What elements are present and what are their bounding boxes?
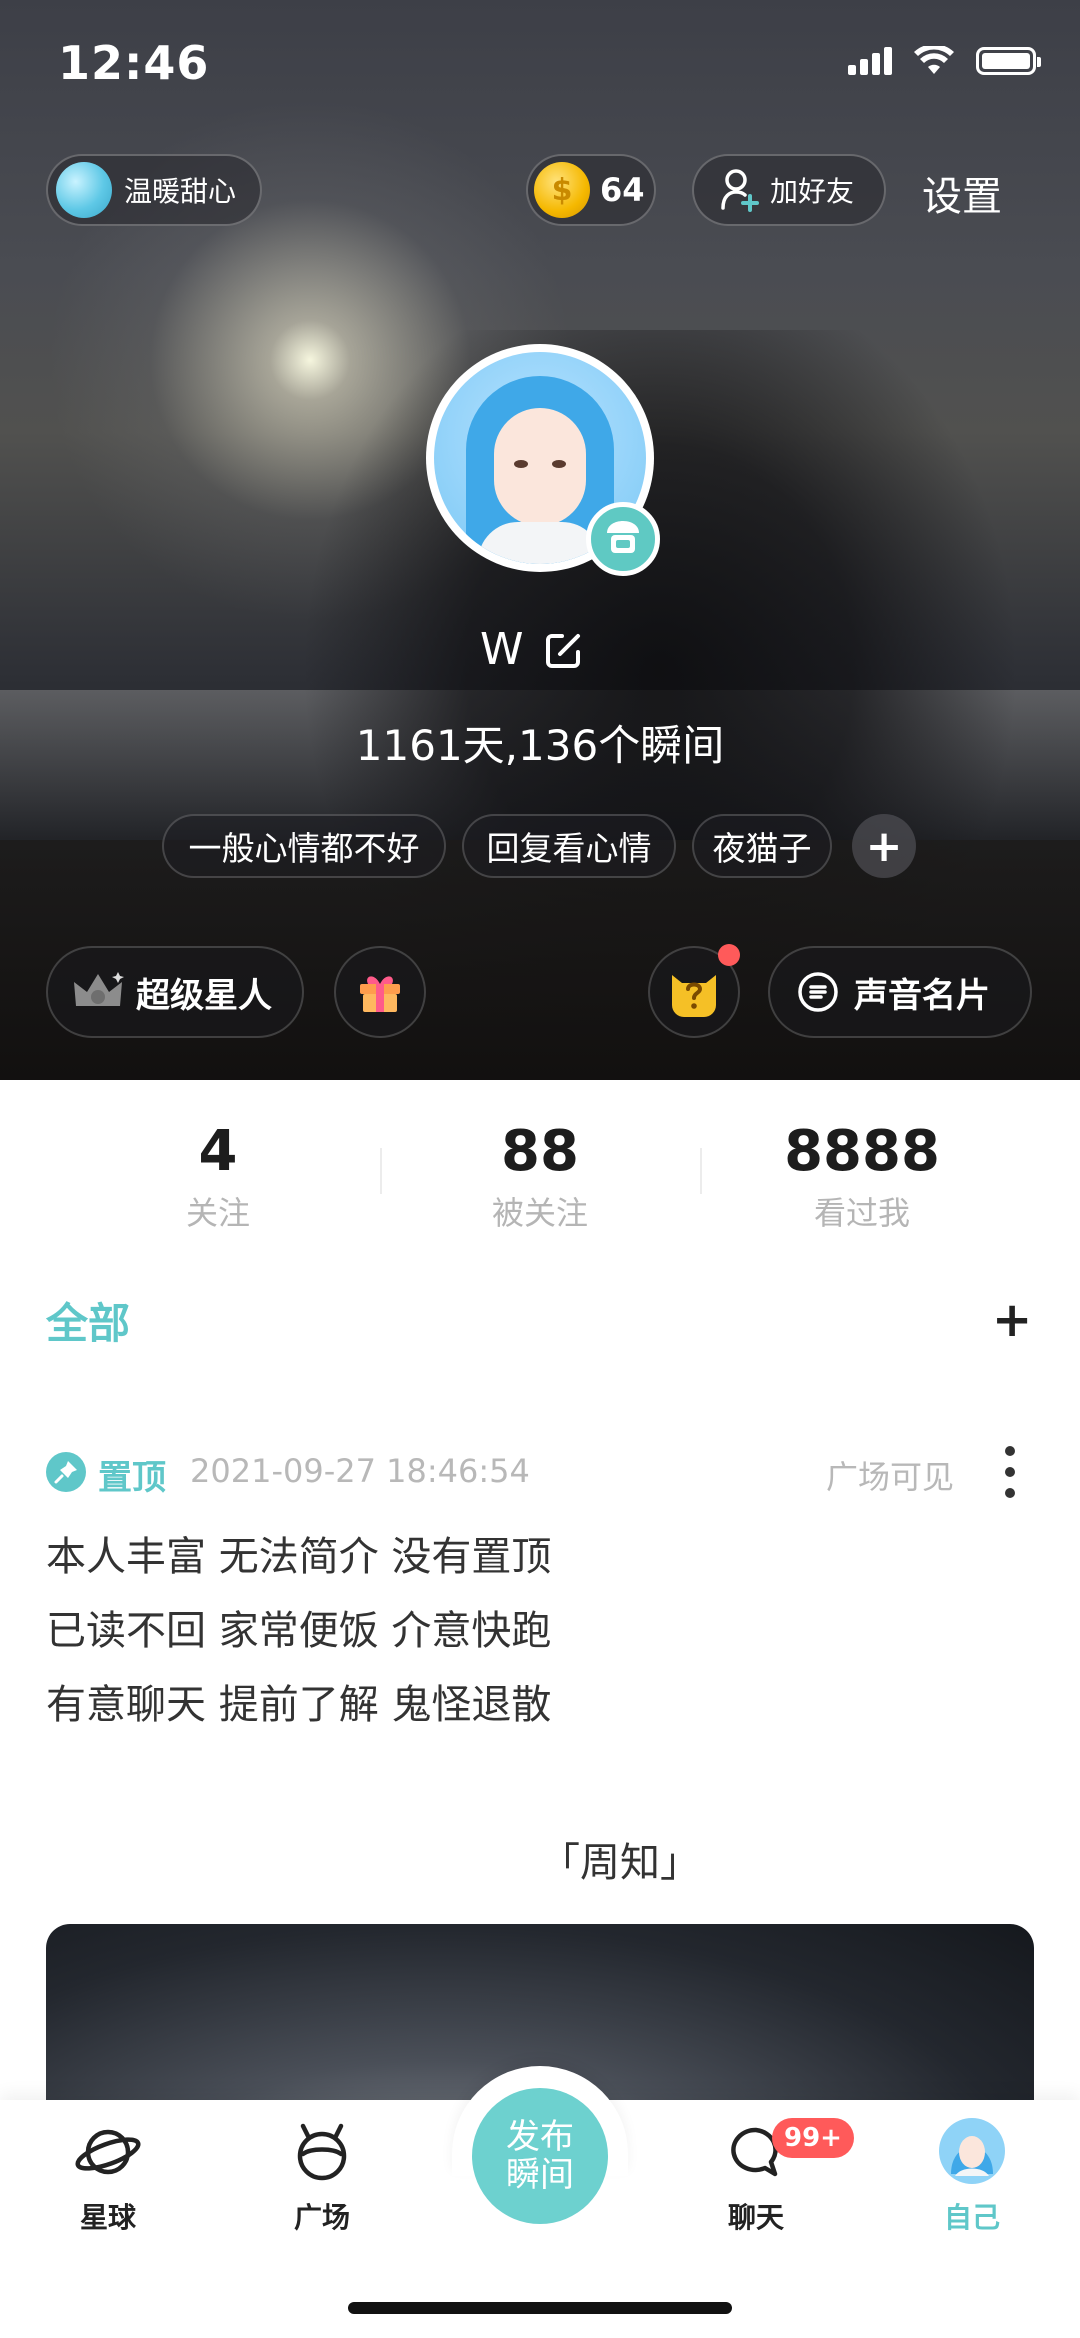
notification-dot bbox=[718, 944, 740, 966]
add-friend-button[interactable]: 加好友 bbox=[692, 154, 886, 226]
post-timestamp: 2021-09-27 18:46:54 bbox=[190, 1452, 530, 1490]
settings-button[interactable]: 设置 bbox=[922, 164, 1002, 222]
post-text-line: 有意聊天 提前了解 鬼怪退散 bbox=[46, 1682, 552, 1728]
add-tag-button[interactable]: + bbox=[852, 814, 916, 878]
status-bar: 12:46 bbox=[0, 0, 1080, 130]
avatar-icon bbox=[939, 2118, 1005, 2184]
mystery-cat-icon bbox=[672, 975, 716, 1017]
profile-summary: 1161天,136个瞬间 bbox=[355, 721, 725, 770]
voice-card-button[interactable]: 声音名片 bbox=[768, 946, 1032, 1038]
filter-all-tab[interactable]: 全部 bbox=[46, 1290, 130, 1351]
post-meta: 置顶 2021-09-27 18:46:54 广场可见 bbox=[46, 1446, 1036, 1498]
add-friend-label: 加好友 bbox=[770, 175, 855, 208]
tab-label: 广场 bbox=[293, 2201, 350, 2234]
home-indicator bbox=[348, 2302, 732, 2314]
voice-card-label: 声音名片 bbox=[854, 975, 990, 1016]
voice-icon bbox=[798, 972, 838, 1012]
pinned-label: 置顶 bbox=[98, 1458, 166, 1498]
stat-value: 8888 bbox=[784, 1119, 940, 1184]
post-caption: 「周知」 bbox=[540, 1840, 700, 1886]
post-text-line: 本人丰富 无法简介 没有置顶 bbox=[46, 1534, 552, 1580]
stat-value: 88 bbox=[501, 1119, 579, 1184]
battery-icon bbox=[976, 47, 1041, 75]
stat-divider bbox=[700, 1148, 702, 1194]
status-time: 12:46 bbox=[58, 36, 210, 90]
username: W bbox=[480, 624, 524, 675]
profile-tag[interactable]: 一般心情都不好 bbox=[162, 814, 446, 878]
chat-unread-badge: 99+ bbox=[772, 2118, 854, 2158]
status-icons bbox=[848, 46, 1041, 76]
stat-divider bbox=[380, 1148, 382, 1194]
stat-label: 被关注 bbox=[491, 1194, 588, 1232]
avatar-outfit-badge-icon[interactable] bbox=[586, 502, 660, 576]
stat-label: 关注 bbox=[185, 1194, 250, 1232]
tab-label: 星球 bbox=[79, 2201, 136, 2234]
post-text-line: 已读不回 家常便饭 介意快跑 bbox=[46, 1608, 552, 1654]
publish-moment-button[interactable]: 发布 瞬间 bbox=[472, 2088, 608, 2224]
stat-followers[interactable]: 88 被关注 bbox=[390, 1120, 690, 1234]
coin-balance-button[interactable]: $ 64 bbox=[526, 154, 656, 226]
stat-label: 看过我 bbox=[813, 1194, 910, 1232]
superstar-label: 超级星人 bbox=[136, 975, 272, 1016]
cellular-signal-icon bbox=[848, 47, 892, 75]
edit-name-icon[interactable] bbox=[544, 630, 584, 670]
tab-me[interactable]: 自己 bbox=[902, 2116, 1042, 2236]
mood-button[interactable]: 温暖甜心 bbox=[46, 154, 262, 226]
mood-label: 温暖甜心 bbox=[124, 175, 237, 208]
coin-icon: $ bbox=[534, 162, 590, 218]
more-options-icon[interactable] bbox=[998, 1446, 1022, 1498]
stat-visitors[interactable]: 8888 看过我 bbox=[712, 1120, 1012, 1234]
publish-label-line2: 瞬间 bbox=[506, 2155, 574, 2195]
crown-icon bbox=[74, 972, 124, 1006]
mood-orb-icon bbox=[56, 162, 112, 218]
publish-label-line1: 发布 bbox=[506, 2117, 574, 2157]
gift-icon bbox=[360, 976, 400, 1012]
gift-button[interactable] bbox=[334, 946, 426, 1038]
superstar-button[interactable]: 超级星人 bbox=[46, 946, 304, 1038]
coin-count: 64 bbox=[600, 171, 645, 209]
tab-label: 自己 bbox=[943, 2201, 1000, 2234]
square-icon bbox=[297, 2123, 347, 2181]
add-friend-icon bbox=[721, 169, 759, 212]
add-filter-button[interactable]: + bbox=[992, 1292, 1032, 1348]
tab-label: 聊天 bbox=[727, 2201, 784, 2234]
stat-value: 4 bbox=[198, 1119, 238, 1184]
tab-planet[interactable]: 星球 bbox=[38, 2116, 178, 2236]
stat-following[interactable]: 4 关注 bbox=[68, 1120, 368, 1234]
profile-tag[interactable]: 回复看心情 bbox=[462, 814, 676, 878]
tab-square[interactable]: 广场 bbox=[252, 2116, 392, 2236]
profile-tag[interactable]: 夜猫子 bbox=[692, 814, 832, 878]
planet-icon bbox=[75, 2129, 141, 2175]
wifi-icon bbox=[914, 46, 954, 74]
pin-icon bbox=[46, 1452, 86, 1492]
post-visibility[interactable]: 广场可见 bbox=[826, 1452, 954, 1498]
